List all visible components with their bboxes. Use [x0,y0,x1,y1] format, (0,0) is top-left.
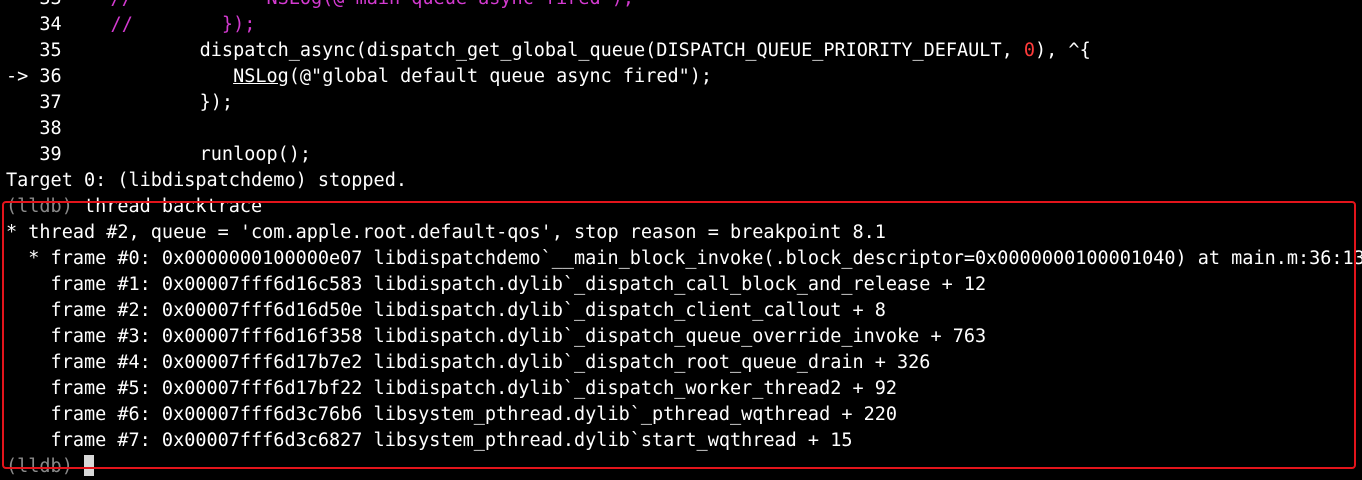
lldb-command: thread backtrace [72,196,263,217]
frame-text: frame #3: 0x00007fff6d16f358 libdispatch… [6,326,987,347]
line-number: 34 [6,14,62,35]
source-line-36-current: -> 36 NSLog(@"global default queue async… [0,64,1362,90]
code-text: // NSLog(@"main queue async fired"); [66,0,635,9]
frame-3: frame #3: 0x00007fff6d16f358 libdispatch… [0,324,1362,350]
frame-0: * frame #0: 0x0000000100000e07 libdispat… [0,246,1362,272]
nslog-symbol-link[interactable]: NSLog [233,66,289,87]
frame-7: frame #7: 0x00007fff6d3c6827 libsystem_p… [0,428,1362,454]
frame-5: frame #5: 0x00007fff6d17bf22 libdispatch… [0,376,1362,402]
number-literal: 0 [1023,40,1036,61]
lldb-command-line: (lldb) thread backtrace [0,194,1362,220]
text-cursor [83,455,94,476]
source-line-35: 35 dispatch_async(dispatch_get_global_qu… [0,38,1362,64]
line-number: 37 [6,92,62,113]
code-text: // }); [66,14,256,35]
frame-text: frame #2: 0x00007fff6d16d50e libdispatch… [6,300,886,321]
frame-text: frame #7: 0x00007fff6d3c6827 libsystem_p… [6,430,853,451]
source-line-33: 33 // NSLog(@"main queue async fired"); [0,0,1362,12]
frame-4: frame #4: 0x00007fff6d17b7e2 libdispatch… [0,350,1362,376]
line-number: 33 [6,0,66,12]
status-text: Target 0: (libdispatchdemo) stopped. [6,170,407,191]
code-text: dispatch_async(dispatch_get_global_queue… [66,40,1024,61]
source-line-39: 39 runloop(); [0,142,1362,168]
frame-text: frame #4: 0x00007fff6d17b7e2 libdispatch… [6,352,931,373]
code-text: (@"global default queue async fired"); [288,66,713,87]
thread-info: * thread #2, queue = 'com.apple.root.def… [6,222,886,243]
line-number: 35 [6,40,62,61]
code-text: }); [66,92,234,113]
lldb-prompt: (lldb) [6,196,73,217]
frame-text: * frame #0: 0x0000000100000e07 libdispat… [6,248,1362,269]
lldb-prompt: (lldb) [6,456,84,477]
source-line-34: 34 // }); [0,12,1362,38]
frame-text: frame #5: 0x00007fff6d17bf22 libdispatch… [6,378,898,399]
current-line-arrow: -> 36 [6,66,62,87]
thread-line: * thread #2, queue = 'com.apple.root.def… [0,220,1362,246]
source-line-38: 38 [0,116,1362,142]
line-number: 39 [6,144,62,165]
line-number: 38 [6,118,62,139]
frame-6: frame #6: 0x00007fff6d3c76b6 libsystem_p… [0,402,1362,428]
terminal-output[interactable]: 33 // NSLog(@"main queue async fired"); … [0,0,1362,480]
lldb-input-line[interactable]: (lldb) [0,454,1362,480]
frame-text: frame #1: 0x00007fff6d16c583 libdispatch… [6,274,987,295]
source-line-37: 37 }); [0,90,1362,116]
frame-1: frame #1: 0x00007fff6d16c583 libdispatch… [0,272,1362,298]
code-text-after: ), ^{ [1035,40,1091,61]
stopped-status: Target 0: (libdispatchdemo) stopped. [0,168,1362,194]
frame-text: frame #6: 0x00007fff6d3c76b6 libsystem_p… [6,404,898,425]
frame-2: frame #2: 0x00007fff6d16d50e libdispatch… [0,298,1362,324]
code-text: runloop(); [66,144,312,165]
